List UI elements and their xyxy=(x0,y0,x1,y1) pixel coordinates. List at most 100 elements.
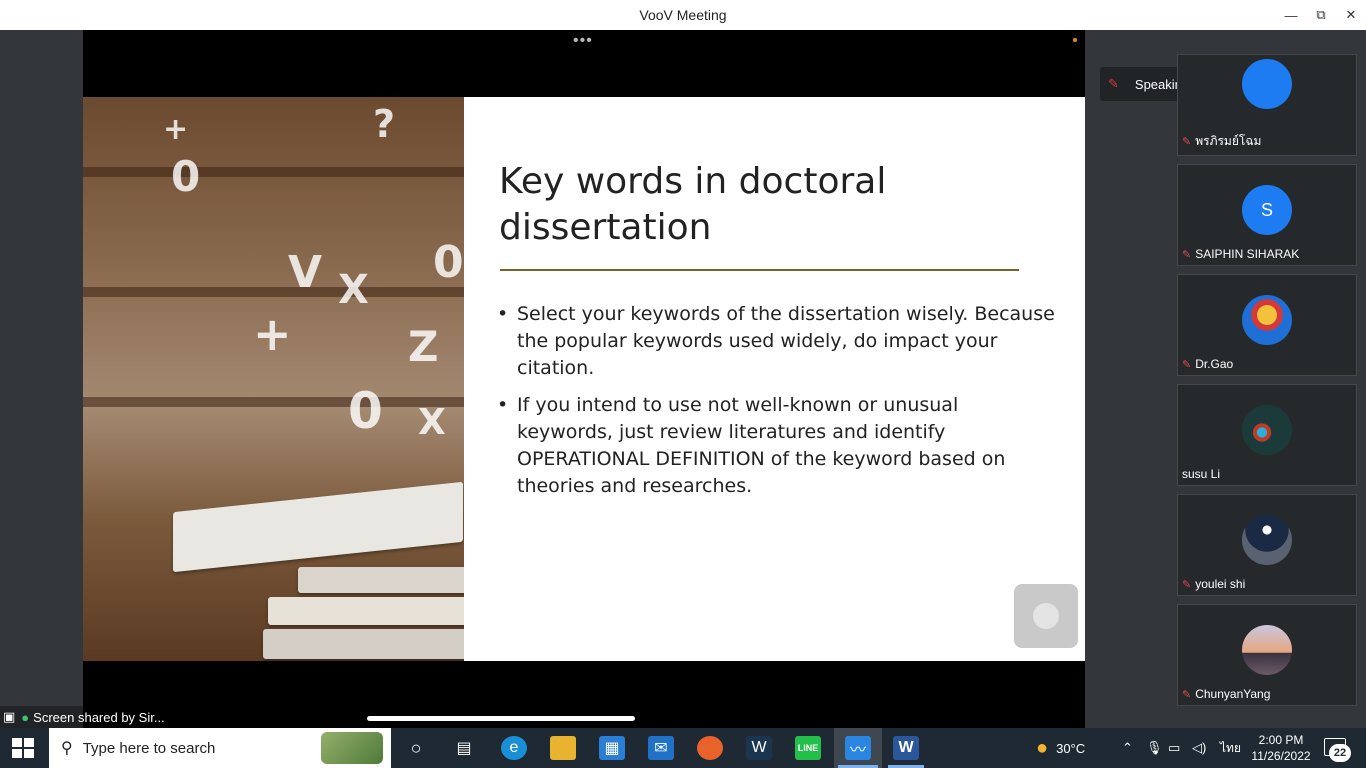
window-title: VooV Meeting xyxy=(639,7,727,23)
muted-microphone-icon: ✎ xyxy=(1182,248,1192,261)
bullet-icon: • xyxy=(497,394,509,416)
cortana-icon[interactable]: ○ xyxy=(403,736,429,760)
deco-v-icon: V xyxy=(288,247,323,298)
shelf-line xyxy=(83,167,464,177)
voov-meeting-icon[interactable]: 〰 xyxy=(845,736,871,760)
notification-count-badge: 22 xyxy=(1329,744,1351,762)
participant-name: SAIPHIN SIHARAK xyxy=(1195,247,1300,261)
restore-icon: ⧉ xyxy=(1316,7,1326,22)
show-hidden-icons-button[interactable]: ⌃ xyxy=(1122,728,1133,768)
file-explorer-icon[interactable] xyxy=(550,736,576,760)
avatar-letter: S xyxy=(1260,199,1273,220)
search-highlight-image xyxy=(321,732,383,764)
weather-temperature: 30°C xyxy=(1056,740,1086,756)
screen-shared-indicator: ▣ ● Screen shared by Sir... xyxy=(0,706,173,728)
participant-name: Dr.Gao xyxy=(1195,357,1234,371)
slide-bullet: • If you intend to use not well-known or … xyxy=(497,392,1057,500)
screen-share-icon: ▣ xyxy=(3,709,16,724)
book-stack xyxy=(268,597,464,625)
participant-name: พรภิรมย์โฉม xyxy=(1195,134,1262,148)
participant-tile[interactable]: ✎ youlei shi xyxy=(1177,494,1357,596)
search-placeholder: Type here to search xyxy=(82,739,216,757)
presentation-slide: + 0 ? V X 0 + Z 0 X Key words in doctora… xyxy=(83,97,1085,661)
participant-tile[interactable]: S ✎ SAIPHIN SIHARAK xyxy=(1177,164,1357,266)
slide-bullet-list: • Select your keywords of the dissertatio… xyxy=(497,301,1057,510)
edge-browser-icon[interactable]: e xyxy=(501,736,527,760)
minimize-icon: — xyxy=(1284,7,1298,23)
book-stack xyxy=(263,629,464,659)
open-book xyxy=(173,481,463,573)
avatar xyxy=(1242,295,1292,345)
deco-z-icon: Z xyxy=(408,322,439,371)
bullet-icon: • xyxy=(497,303,509,325)
meeting-area: ••• + 0 ? V X 0 + Z 0 X Key words in doc… xyxy=(0,30,1366,728)
windows-start-icon[interactable] xyxy=(12,738,34,758)
deco-plus-icon: + xyxy=(163,112,189,147)
participant-tile[interactable]: susu Li xyxy=(1177,384,1357,486)
participant-tile[interactable]: ✎ ChunyanYang xyxy=(1177,604,1357,706)
deco-zero-icon: 0 xyxy=(348,382,383,440)
book-stack xyxy=(298,567,464,593)
muted-microphone-icon: ✎ xyxy=(1182,688,1192,701)
deco-x-icon: X xyxy=(418,402,446,443)
slide-books-image: + 0 ? V X 0 + Z 0 X xyxy=(83,97,464,661)
line-app-icon[interactable]: LINE xyxy=(795,736,821,760)
taskbar-clock[interactable]: 2:00 PM 11/26/2022 xyxy=(1250,732,1312,764)
word-icon[interactable]: W xyxy=(893,736,919,760)
recording-indicator-icon xyxy=(1073,38,1077,42)
shared-screen-panel: ••• + 0 ? V X 0 + Z 0 X Key words in doc… xyxy=(83,30,1085,728)
participant-name: youlei shi xyxy=(1195,577,1246,591)
microsoft-store-icon[interactable]: ▦ xyxy=(599,736,625,760)
taskbar: ⚲ Type here to search ○ ▤ e ▦ ✉ W LINE 〰… xyxy=(0,728,1366,768)
participant-tile[interactable]: ✎ Dr.Gao xyxy=(1177,274,1357,376)
minimize-button[interactable]: — xyxy=(1276,0,1306,30)
shelf-line xyxy=(83,287,464,297)
weather-widget[interactable]: ● 30°C xyxy=(1036,728,1085,768)
volume-icon[interactable]: ◁) xyxy=(1192,728,1206,768)
deco-zero-icon: 0 xyxy=(171,152,201,201)
mail-icon[interactable]: ✉ xyxy=(648,736,674,760)
participant-name: susu Li xyxy=(1182,467,1221,481)
input-language[interactable]: ไทย xyxy=(1220,728,1241,768)
avatar: S xyxy=(1242,185,1292,235)
network-icon[interactable]: ▭ xyxy=(1168,728,1180,768)
screen-shared-label: Screen shared by Sir... xyxy=(33,709,165,725)
microphone-tray-icon[interactable]: 🎙 xyxy=(1146,728,1163,768)
more-options-icon[interactable]: ••• xyxy=(573,32,593,50)
avatar xyxy=(1242,625,1292,675)
muted-microphone-icon: ✎ xyxy=(1182,578,1192,591)
chevron-up-icon: ⌃ xyxy=(1122,740,1133,755)
floating-control-button[interactable] xyxy=(1014,584,1078,648)
slide-title-rule xyxy=(500,269,1019,271)
participant-name: ChunyanYang xyxy=(1195,687,1271,701)
avatar xyxy=(1242,515,1292,565)
muted-microphone-icon: ✎ xyxy=(1182,136,1192,148)
firefox-icon[interactable] xyxy=(697,736,723,760)
microphone-icon: ● xyxy=(21,709,30,725)
restore-button[interactable]: ⧉ xyxy=(1306,0,1336,30)
weather-sun-icon: ● xyxy=(1036,736,1049,759)
slide-bullet-text: If you intend to use not well-known or u… xyxy=(517,394,1006,497)
scroll-indicator-bar[interactable] xyxy=(367,716,635,721)
slide-title: Key words in doctoral dissertation xyxy=(499,161,887,248)
window-title-bar: VooV Meeting — ⧉ ✕ xyxy=(0,0,1366,30)
task-view-icon[interactable]: ▤ xyxy=(451,736,477,760)
deco-zero-icon: 0 xyxy=(433,237,464,288)
avatar xyxy=(1242,405,1292,455)
search-icon: ⚲ xyxy=(61,740,73,757)
deco-plus-icon: + xyxy=(253,307,292,361)
muted-microphone-icon: ✎ xyxy=(1108,76,1119,91)
deco-x-icon: X xyxy=(338,267,369,313)
circle-icon xyxy=(1033,603,1059,629)
close-button[interactable]: ✕ xyxy=(1336,0,1366,30)
taskbar-search-box[interactable]: ⚲ Type here to search xyxy=(49,728,391,768)
slide-bullet: • Select your keywords of the dissertatio… xyxy=(497,301,1057,382)
close-icon: ✕ xyxy=(1345,7,1357,22)
participant-tile[interactable]: ✎ พรภิรมย์โฉม xyxy=(1177,54,1357,156)
clock-time: 2:00 PM xyxy=(1258,733,1304,747)
shelf-line xyxy=(83,397,464,407)
clock-date: 11/26/2022 xyxy=(1251,749,1311,763)
webex-icon[interactable]: W xyxy=(746,736,772,760)
slide-bullet-text: Select your keywords of the dissertation… xyxy=(517,303,1055,379)
muted-microphone-icon: ✎ xyxy=(1182,358,1192,371)
